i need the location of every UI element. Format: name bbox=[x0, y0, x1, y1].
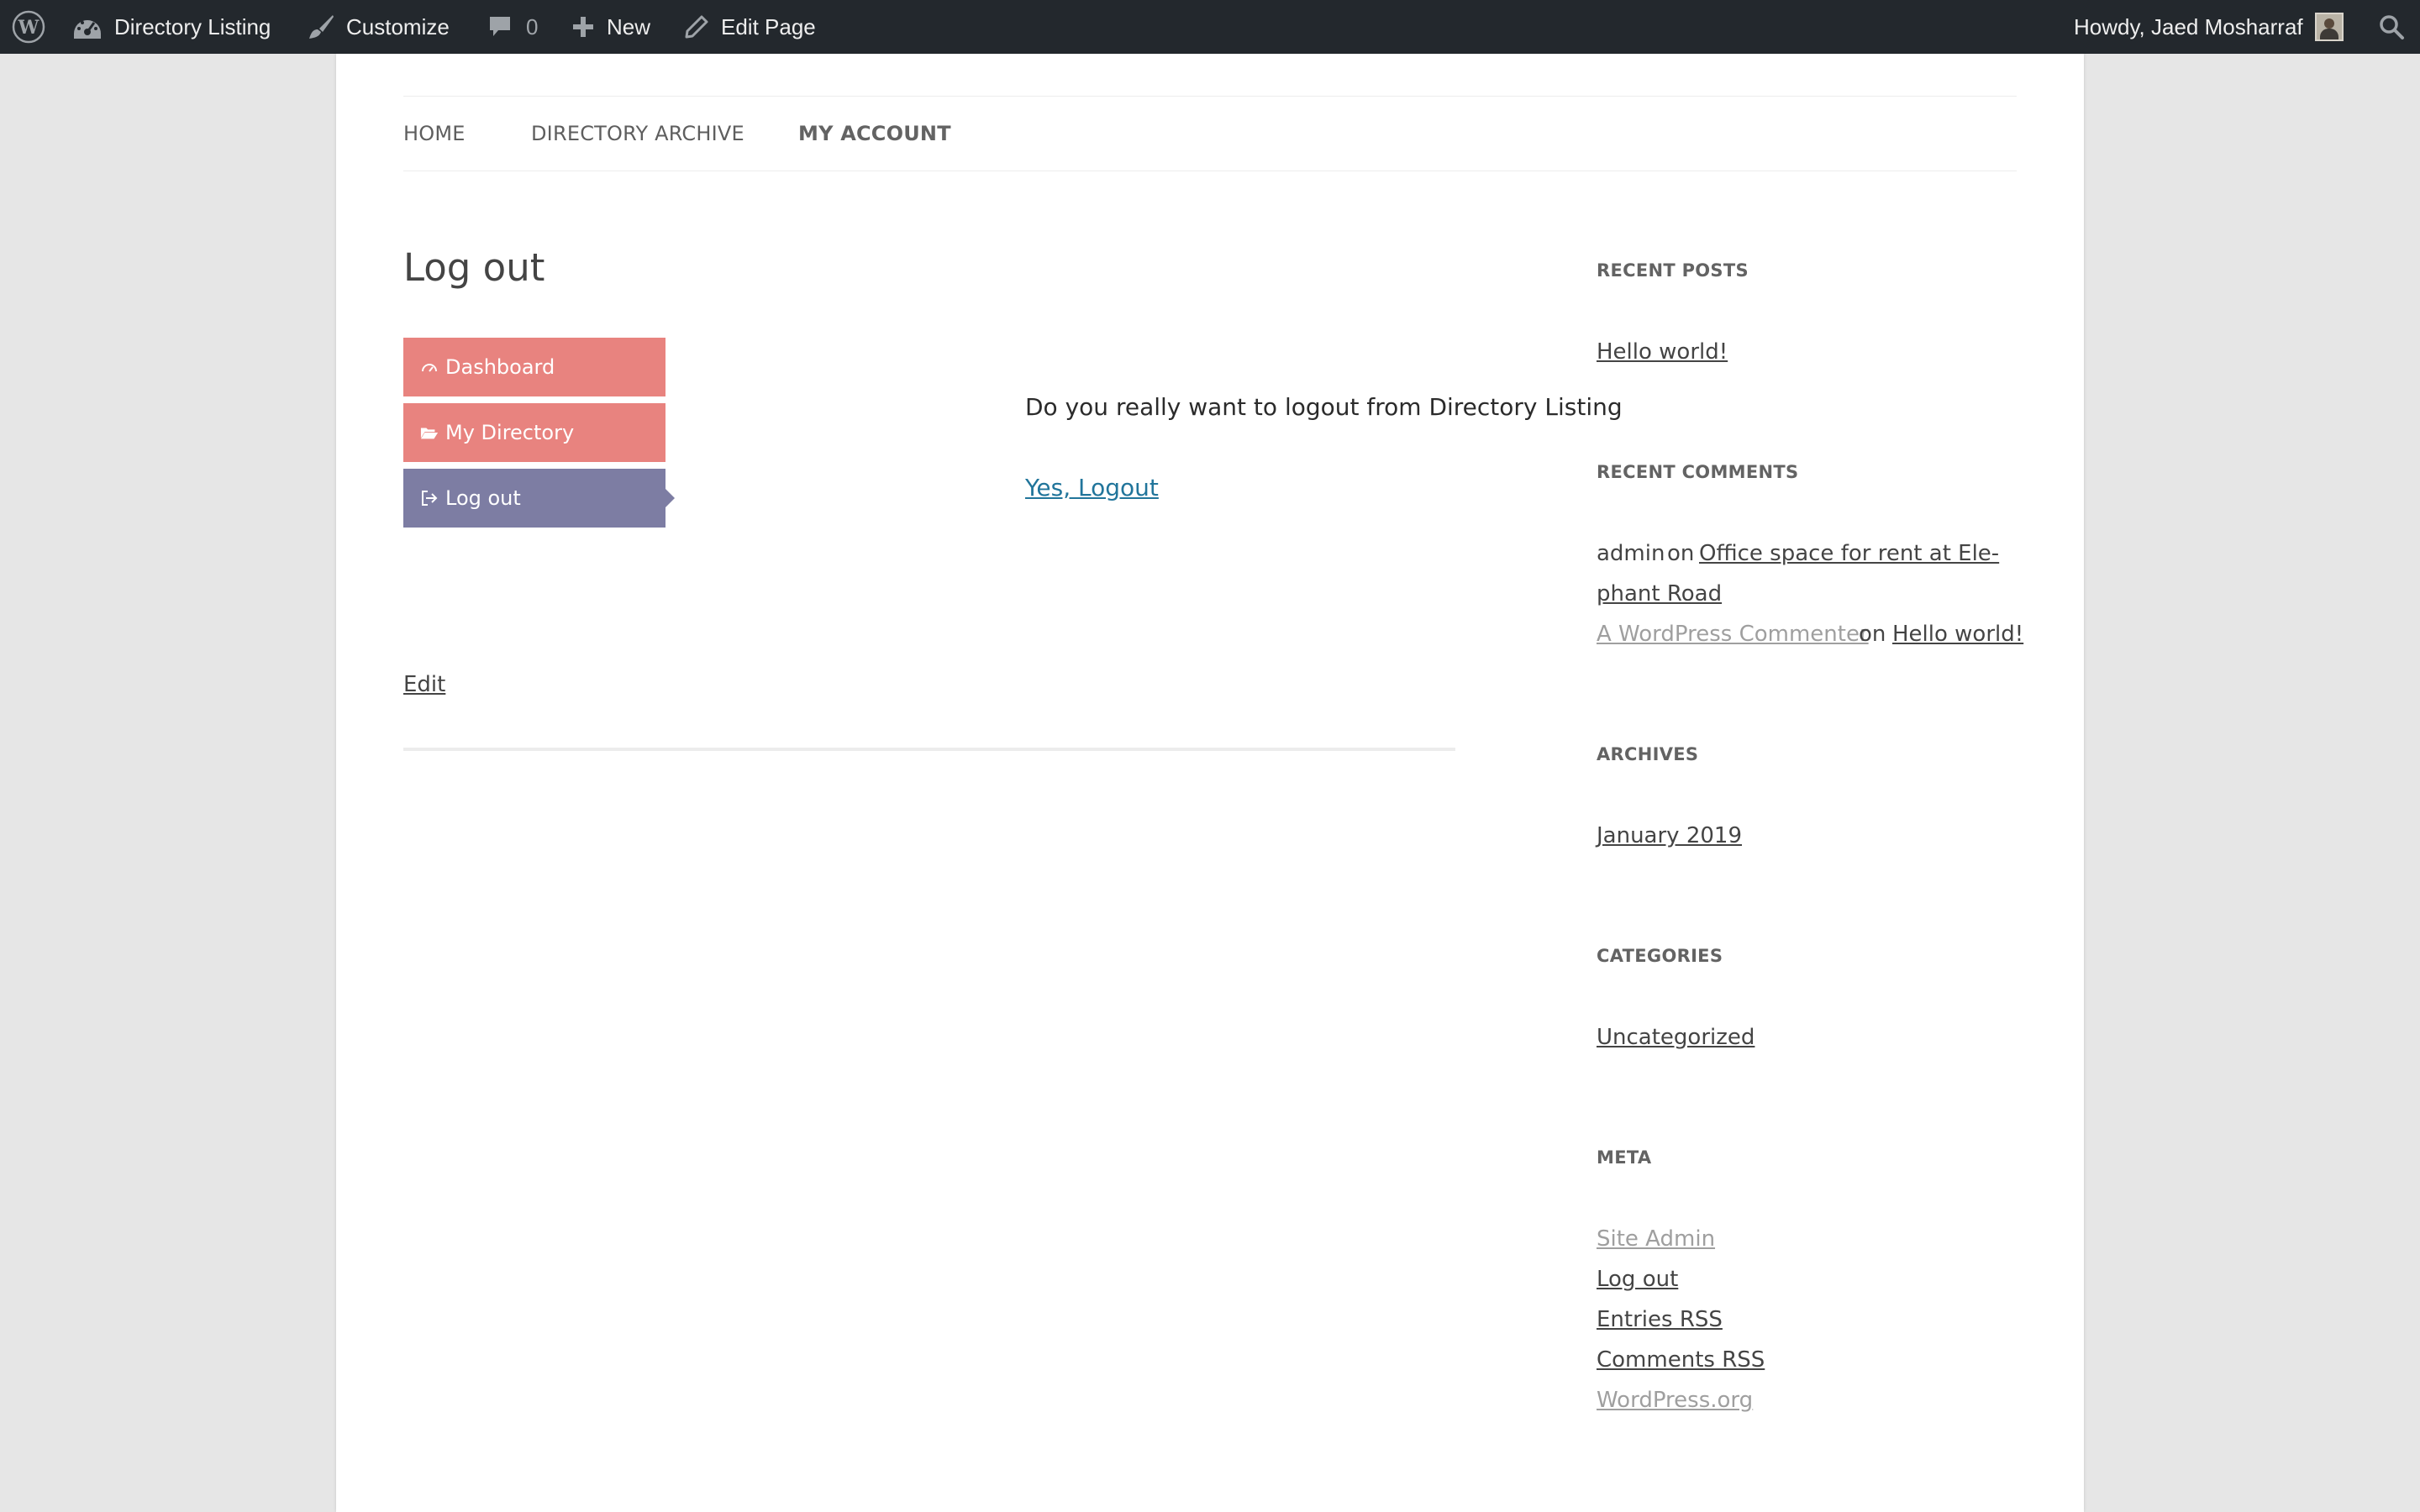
comments-count: 0 bbox=[526, 13, 539, 39]
meta-comments-rss-link[interactable]: Comments RSS bbox=[1597, 1347, 1765, 1373]
customize-link[interactable]: Customize bbox=[308, 0, 450, 54]
recent-post-link[interactable]: Hello world! bbox=[1597, 339, 1728, 365]
avatar bbox=[2314, 13, 2344, 41]
widget-title-recent-comments: RECENT COMMENTS bbox=[1597, 462, 1799, 482]
entry-divider bbox=[403, 748, 1455, 751]
site-name-menu[interactable]: Directory Listing bbox=[72, 0, 271, 54]
my-account-menu[interactable]: Howdy, Jaed Mosharraf bbox=[2074, 0, 2344, 54]
svg-text:W: W bbox=[18, 17, 39, 39]
meta-log-out-link[interactable]: Log out bbox=[1597, 1267, 1678, 1292]
search-icon[interactable] bbox=[2378, 0, 2405, 54]
menu-item-label: Dashboard bbox=[445, 355, 555, 379]
comment-author: admin bbox=[1597, 541, 1665, 566]
edit-page-label: Edit Page bbox=[721, 13, 816, 39]
sign-out-icon bbox=[420, 490, 439, 507]
edit-link[interactable]: Edit bbox=[403, 672, 445, 697]
archive-link[interactable]: January 2019 bbox=[1597, 823, 1742, 848]
menu-item-label: Log out bbox=[445, 486, 521, 510]
nav-item-directory-archive[interactable]: DIRECTORY ARCHIVE bbox=[531, 97, 744, 171]
comments-link[interactable]: 0 bbox=[487, 0, 538, 54]
meta-wordpress-org-link[interactable]: WordPress.org bbox=[1597, 1388, 1753, 1413]
menu-item-dashboard[interactable]: Dashboard bbox=[403, 338, 666, 396]
customize-label: Customize bbox=[346, 13, 450, 39]
menu-item-log-out[interactable]: Log out bbox=[403, 469, 675, 528]
comment-author-link[interactable]: A WordPress Commenter bbox=[1597, 622, 1869, 647]
yes-logout-link[interactable]: Yes, Logout bbox=[1025, 474, 1159, 501]
comment-post-link[interactable]: Hello world! bbox=[1892, 622, 2023, 647]
widget-title-recent-posts: RECENT POSTS bbox=[1597, 260, 1749, 281]
comment-on-text: on bbox=[1667, 541, 1695, 566]
site-name-label: Directory Listing bbox=[114, 13, 271, 39]
widget-title-archives: ARCHIVES bbox=[1597, 744, 1699, 764]
dashboard-icon bbox=[420, 359, 439, 375]
page-title: Log out bbox=[403, 245, 545, 290]
wordpress-logo-icon[interactable]: W bbox=[12, 0, 45, 54]
comment-on-text: on bbox=[1859, 622, 1886, 647]
logout-question: Do you really want to logout from Direct… bbox=[1025, 393, 1623, 421]
dashboard-icon bbox=[72, 13, 103, 40]
menu-item-label: My Directory bbox=[445, 421, 575, 444]
new-label: New bbox=[607, 13, 651, 39]
nav-item-home[interactable]: HOME bbox=[403, 97, 466, 171]
widget-title-categories: CATEGORIES bbox=[1597, 946, 1723, 966]
pencil-icon bbox=[684, 14, 709, 39]
main-navigation: HOME DIRECTORY ARCHIVE MY ACCOUNT bbox=[403, 96, 2017, 171]
plus-icon bbox=[571, 15, 595, 39]
widget-title-meta: META bbox=[1597, 1147, 1652, 1168]
meta-entries-rss-link[interactable]: Entries RSS bbox=[1597, 1307, 1723, 1332]
comment-post-link[interactable]: Office space for rent at Ele- bbox=[1699, 541, 1999, 566]
meta-site-admin-link[interactable]: Site Admin bbox=[1597, 1226, 1715, 1252]
paintbrush-icon bbox=[308, 13, 334, 40]
admin-bar: W Directory Listing Customize 0 New Edit… bbox=[0, 0, 2420, 54]
comment-post-link-continued[interactable]: phant Road bbox=[1597, 581, 1722, 606]
folder-open-icon bbox=[420, 424, 439, 441]
comment-bubble-icon bbox=[487, 14, 513, 39]
category-link[interactable]: Uncategorized bbox=[1597, 1025, 1754, 1050]
nav-item-my-account[interactable]: MY ACCOUNT bbox=[798, 97, 951, 171]
edit-page-link[interactable]: Edit Page bbox=[684, 0, 816, 54]
howdy-label: Howdy, Jaed Mosharraf bbox=[2074, 13, 2303, 39]
page-container: HOME DIRECTORY ARCHIVE MY ACCOUNT Log ou… bbox=[336, 54, 2084, 1512]
menu-item-my-directory[interactable]: My Directory bbox=[403, 403, 666, 462]
new-content-menu[interactable]: New bbox=[571, 0, 650, 54]
